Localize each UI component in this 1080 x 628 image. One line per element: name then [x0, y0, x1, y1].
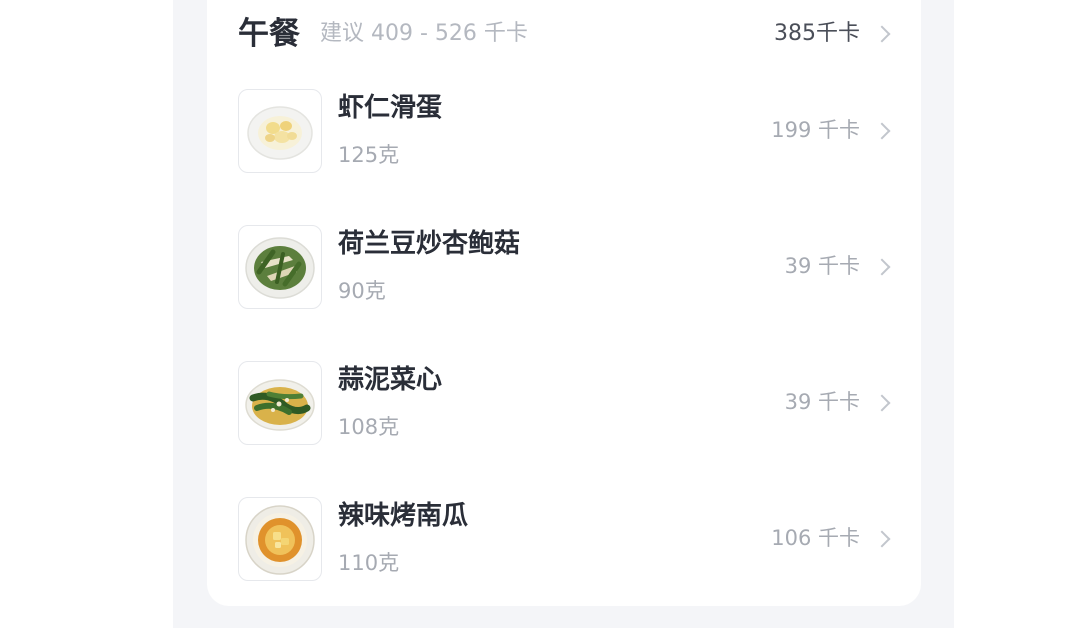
- garlic-greens-dish-icon: [238, 361, 322, 445]
- food-weight: 125克: [338, 143, 400, 167]
- food-name: 荷兰豆炒杏鲍菇: [338, 229, 521, 259]
- food-kcal: 106 千卡: [771, 526, 860, 550]
- food-kcal: 39 千卡: [784, 390, 860, 414]
- chevron-right-icon: [873, 258, 891, 276]
- shrimp-egg-dish-icon: [238, 89, 322, 173]
- chevron-right-icon: [873, 122, 891, 140]
- meal-total-kcal: 385千卡: [774, 21, 860, 46]
- food-kcal: 39 千卡: [784, 254, 860, 278]
- chevron-right-icon: [873, 394, 891, 412]
- spicy-pumpkin-dish-icon: [238, 497, 322, 581]
- food-name: 蒜泥菜心: [338, 365, 443, 395]
- food-name: 虾仁滑蛋: [338, 93, 443, 123]
- snow-pea-mushroom-dish-icon: [238, 225, 322, 309]
- meal-title: 午餐: [238, 16, 300, 52]
- meal-suggestion: 建议 409 - 526 千卡: [320, 21, 528, 46]
- food-item-garlic-greens[interactable]: 蒜泥菜心 108克 39 千卡: [238, 361, 898, 445]
- chevron-right-icon: [873, 530, 891, 548]
- meal-header-lunch[interactable]: 午餐 建议 409 - 526 千卡 385千卡: [238, 12, 898, 56]
- food-item-spicy-pumpkin[interactable]: 辣味烤南瓜 110克 106 千卡: [238, 497, 898, 581]
- food-kcal: 199 千卡: [771, 118, 860, 142]
- food-weight: 90克: [338, 279, 386, 303]
- food-item-snow-pea-mushroom[interactable]: 荷兰豆炒杏鲍菇 90克 39 千卡: [238, 225, 898, 309]
- chevron-right-icon: [873, 25, 891, 43]
- food-weight: 110克: [338, 551, 400, 575]
- food-item-shrimp-egg[interactable]: 虾仁滑蛋 125克 199 千卡: [238, 89, 898, 173]
- food-name: 辣味烤南瓜: [338, 501, 469, 531]
- food-weight: 108克: [338, 415, 400, 439]
